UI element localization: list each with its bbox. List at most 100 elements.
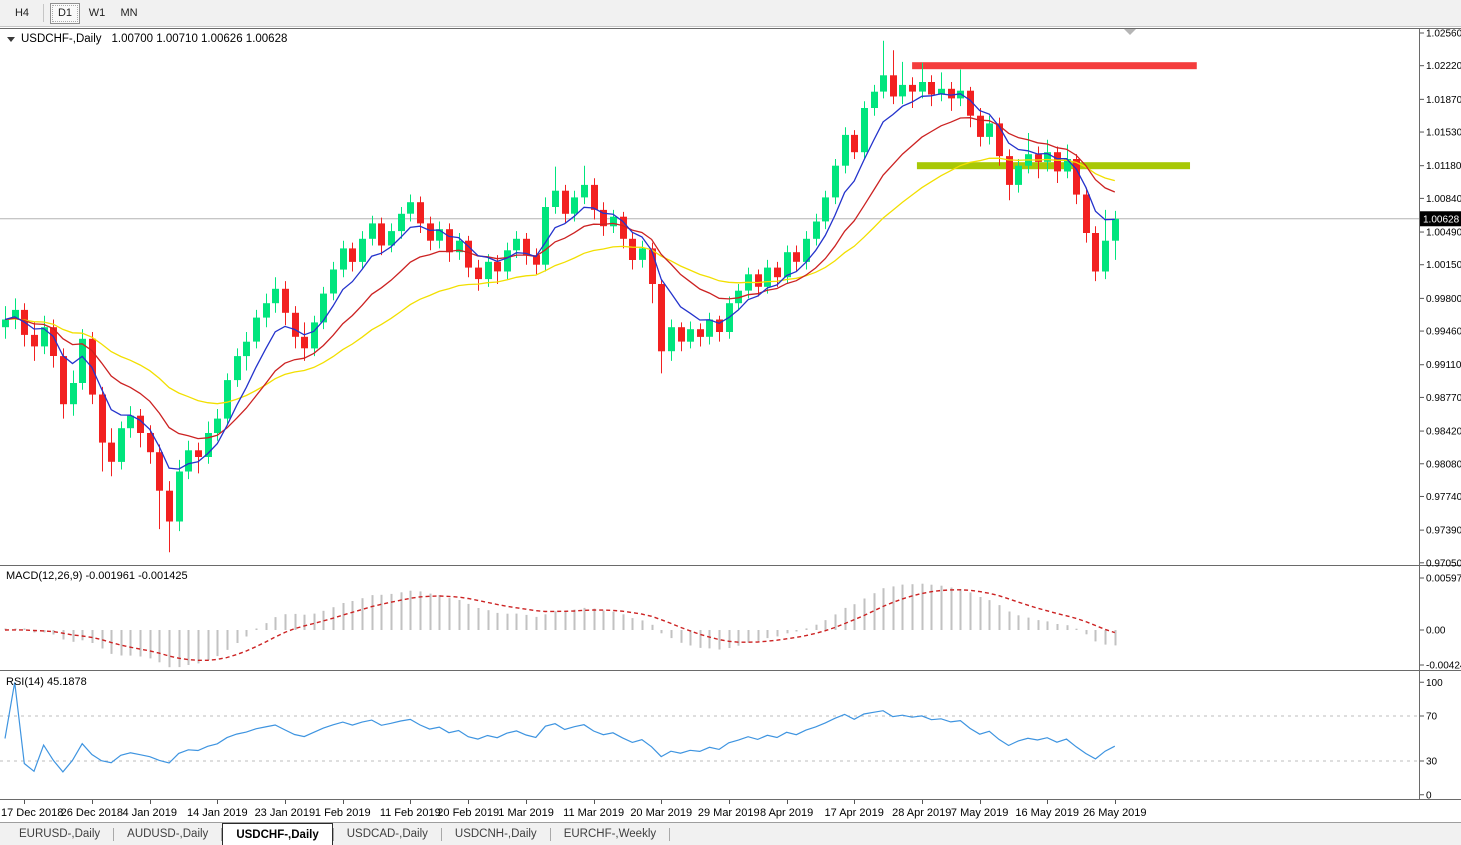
candle-body [108, 442, 115, 462]
rsi-axis[interactable]: 100 70 30 0 [1420, 678, 1443, 802]
candle-body [234, 356, 241, 381]
rsi-line [4, 682, 1116, 773]
candle-body [639, 248, 646, 260]
candle-body [909, 84, 916, 92]
candle-body [301, 336, 308, 349]
candle-body [446, 229, 453, 253]
candle-body [899, 84, 906, 97]
price-axis-label: 1.00490 [1426, 228, 1461, 239]
candle-body [494, 261, 501, 272]
macd-indicator-label: MACD(12,26,9) -0.001961 -0.001425 [6, 570, 188, 582]
candle-body [1015, 165, 1022, 185]
macd-axis-label: 0.00597 [1426, 573, 1461, 584]
date-axis-label: 20 Feb 2019 [437, 807, 499, 819]
candle-body [871, 91, 878, 108]
timeframe-button-w1[interactable]: W1 [82, 3, 112, 24]
candle-body [127, 415, 134, 429]
candle-body [764, 267, 771, 287]
candle-body [977, 115, 984, 137]
candle-body [253, 317, 260, 342]
date-axis-label: 26 Dec 2018 [61, 807, 123, 819]
candle-body [832, 165, 839, 198]
chart-tab-usdcnh-daily[interactable]: USDCNH-,Daily [442, 823, 550, 845]
candle-body [687, 329, 694, 342]
timeframe-button-d1[interactable]: D1 [50, 2, 80, 24]
date-axis-label: 17 Apr 2019 [825, 807, 884, 819]
mt4-window: H4 D1 W1 MN 1.02560 1.02220 1.01870 1.01530 1.0… [0, 0, 1461, 845]
date-axis-label: 14 Jan 2019 [187, 807, 248, 819]
hline-support[interactable] [916, 162, 1191, 170]
price-axis-label: 1.01180 [1426, 161, 1461, 172]
candle-body [320, 293, 327, 323]
toolbar-separator [43, 4, 44, 22]
candle-body [292, 312, 299, 337]
pane-borders [0, 28, 1461, 800]
candle-body [822, 197, 829, 222]
date-axis[interactable]: 17 Dec 201826 Dec 2018 4 Jan 2019 14 Jan 2… [1, 800, 1147, 819]
macd-signal-line [4, 589, 1116, 661]
macd-axis-label: -0.004243 [1426, 661, 1461, 672]
candle-body [137, 415, 144, 433]
macd-axis-label: 0.00 [1426, 626, 1446, 637]
candle-body [706, 319, 713, 337]
chart-canvas[interactable]: 1.02560 1.02220 1.01870 1.01530 1.01180 1.008… [0, 28, 1461, 822]
price-axis-label: 0.98770 [1426, 393, 1461, 404]
chart-title-ohlc: 1.00700 1.00710 1.00626 1.00628 [111, 33, 288, 45]
candle-body [156, 452, 163, 491]
candle-body [282, 288, 289, 313]
chart-tab-audusd-daily[interactable]: AUDUSD-,Daily [114, 823, 221, 845]
candle-body [485, 261, 492, 280]
date-axis-label: 28 Apr 2019 [892, 807, 951, 819]
chart-tab-eurusd-daily[interactable]: EURUSD-,Daily [6, 823, 113, 845]
price-axis-label: 0.97050 [1426, 558, 1461, 569]
rsi-levels [0, 715, 1419, 762]
candle-body [591, 184, 598, 210]
candle-body [1083, 194, 1090, 233]
candle-body [378, 223, 385, 246]
date-axis-label: 20 Mar 2019 [630, 807, 692, 819]
candle-body [417, 202, 424, 224]
date-axis-label: 11 Feb 2019 [380, 807, 441, 819]
macd-axis[interactable]: 0.00597 0.00 -0.004243 [1420, 573, 1461, 672]
candle-body [166, 490, 173, 522]
date-axis-label: 1 Feb 2019 [315, 807, 371, 819]
chart-tab-eurchf-weekly[interactable]: EURCHF-,Weekly [551, 823, 669, 845]
scroll-position-marker-icon[interactable] [1124, 29, 1136, 35]
price-axis-label: 1.00840 [1426, 194, 1461, 205]
chart-title: USDCHF-,Daily 1.00700 1.00710 1.00626 1.… [7, 33, 287, 45]
timeframe-button-h4[interactable]: H4 [7, 3, 37, 24]
price-axis-label: 1.01870 [1426, 95, 1461, 106]
rsi-indicator-label: RSI(14) 45.1878 [6, 676, 87, 688]
price-axis-label: 0.99800 [1426, 294, 1461, 305]
candle-body [581, 184, 588, 198]
hline-resistance[interactable] [912, 62, 1197, 70]
candle-body [1092, 233, 1099, 272]
candle-body [1035, 154, 1042, 162]
candle-body [398, 213, 405, 232]
symbol-dropdown-icon[interactable] [7, 36, 15, 42]
candle-body [118, 428, 125, 462]
candle-body [195, 450, 202, 457]
timeframe-button-mn[interactable]: MN [114, 3, 144, 24]
price-axis-label: 0.97390 [1426, 526, 1461, 537]
candle-body [986, 123, 993, 137]
price-axis-label: 0.99110 [1426, 360, 1461, 371]
candle-body [311, 322, 318, 349]
price-axis-label: 1.02220 [1426, 61, 1461, 72]
rsi-axis-label: 0 [1426, 790, 1432, 801]
candle-body [552, 190, 559, 207]
candle-body [185, 450, 192, 472]
macd-histogram [4, 583, 1117, 668]
chart-tab-usdcad-daily[interactable]: USDCAD-,Daily [334, 823, 441, 845]
candle-body [1102, 240, 1109, 272]
price-axis[interactable]: 1.02560 1.02220 1.01870 1.01530 1.01180 1.008… [1420, 29, 1461, 570]
chart-tab-usdchf-daily[interactable]: USDCHF-,Daily [222, 823, 333, 845]
candle-body [774, 267, 781, 278]
candle-body [880, 75, 887, 92]
candle-body [842, 134, 849, 166]
candle-body [919, 82, 926, 92]
candle-body [436, 229, 443, 241]
candle-body [272, 288, 279, 304]
candle-body [31, 334, 38, 347]
candle-body [214, 418, 221, 433]
